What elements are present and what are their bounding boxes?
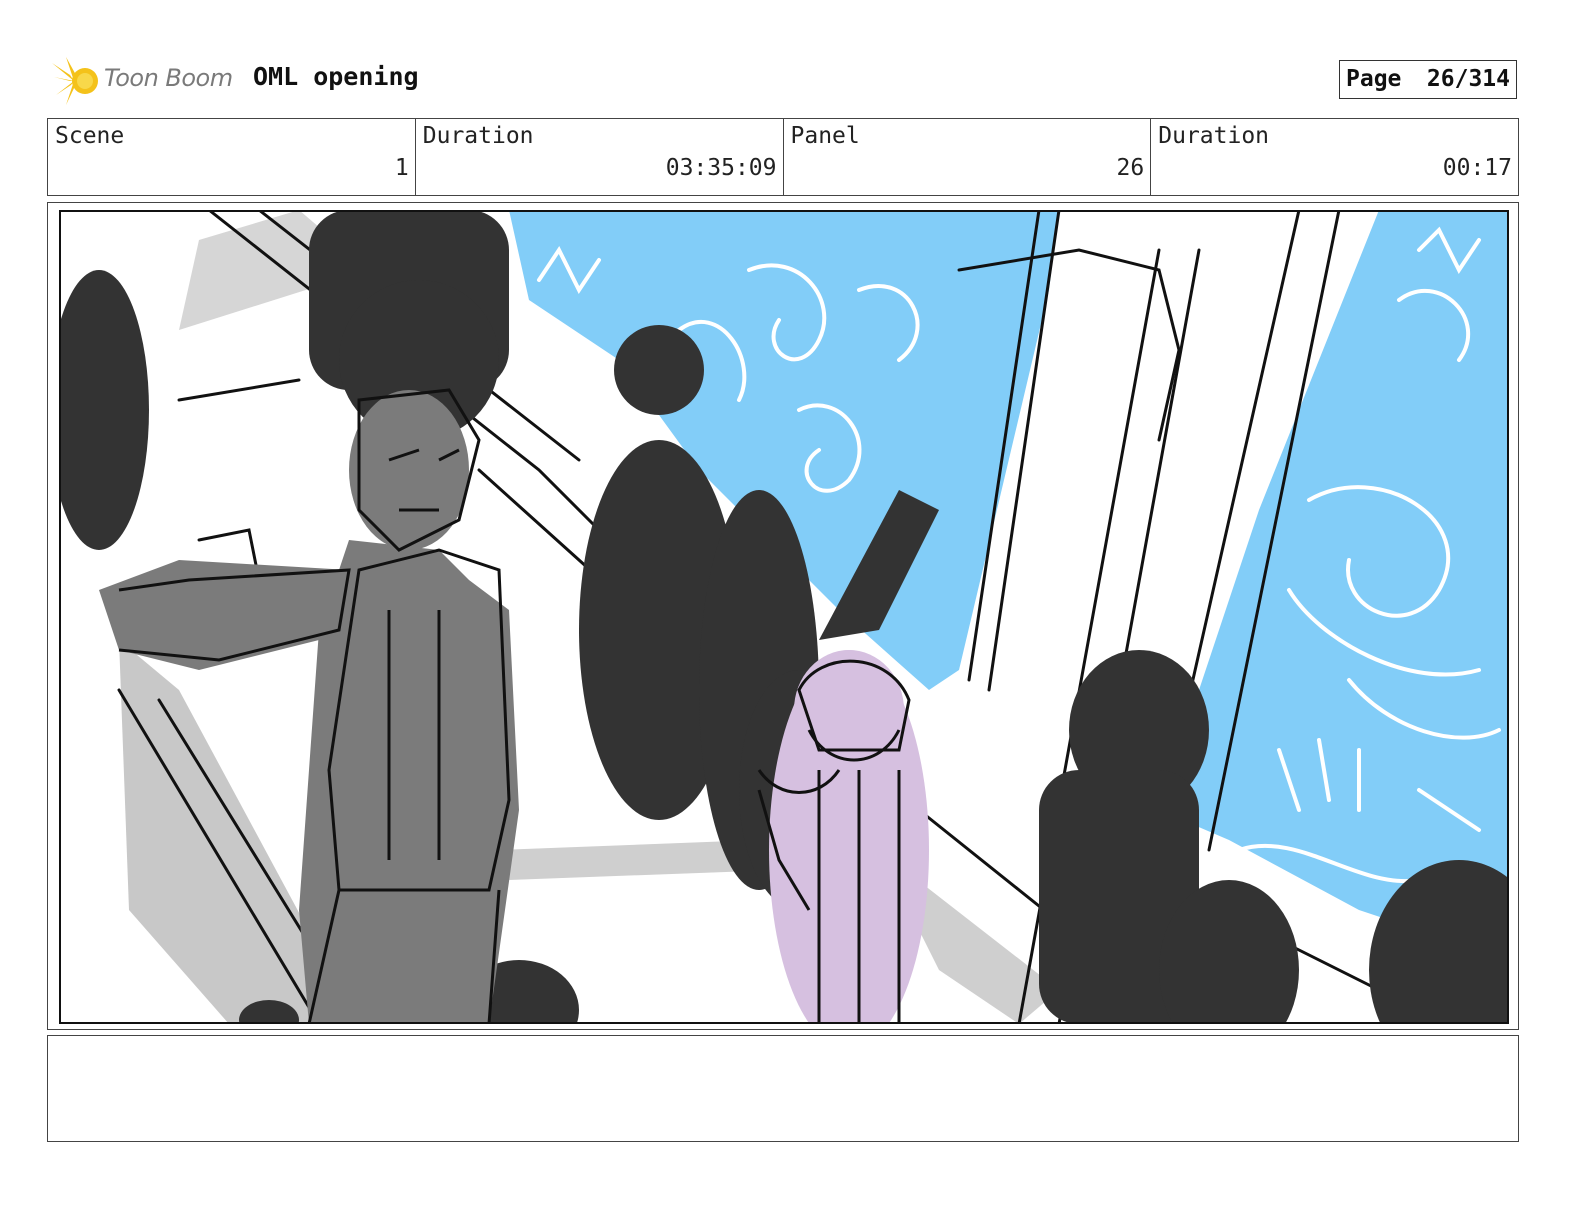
project-title: OML opening [253, 62, 419, 91]
storyboard-sketch [59, 210, 1509, 1024]
panel-duration-value: 00:17 [1442, 155, 1512, 181]
panel-label: Panel [790, 123, 860, 149]
page-number: 26/314 [1426, 66, 1510, 92]
panel-duration-label: Duration [1158, 123, 1270, 149]
info-table: Scene 1 Duration 03:35:09 Panel 26 Durat… [47, 118, 1519, 196]
toon-boom-logo: Toon Boom [52, 55, 242, 107]
panel-duration-cell: Duration 00:17 [1151, 119, 1518, 195]
scene-cell: Scene 1 [48, 119, 416, 195]
duration-value: 03:35:09 [665, 155, 777, 181]
duration-cell: Duration 03:35:09 [416, 119, 784, 195]
scene-label: Scene [55, 123, 125, 149]
page-indicator: Page 26/314 [1339, 60, 1517, 99]
page-label: Page [1346, 66, 1402, 92]
panel-frame [47, 202, 1519, 1030]
notes-box [47, 1035, 1519, 1142]
panel-cell: Panel 26 [784, 119, 1152, 195]
logo-text: Toon Boom [104, 64, 233, 92]
duration-label: Duration [422, 123, 534, 149]
scene-value: 1 [394, 155, 409, 181]
panel-value: 26 [1116, 155, 1145, 181]
toon-boom-star-icon [52, 57, 98, 105]
